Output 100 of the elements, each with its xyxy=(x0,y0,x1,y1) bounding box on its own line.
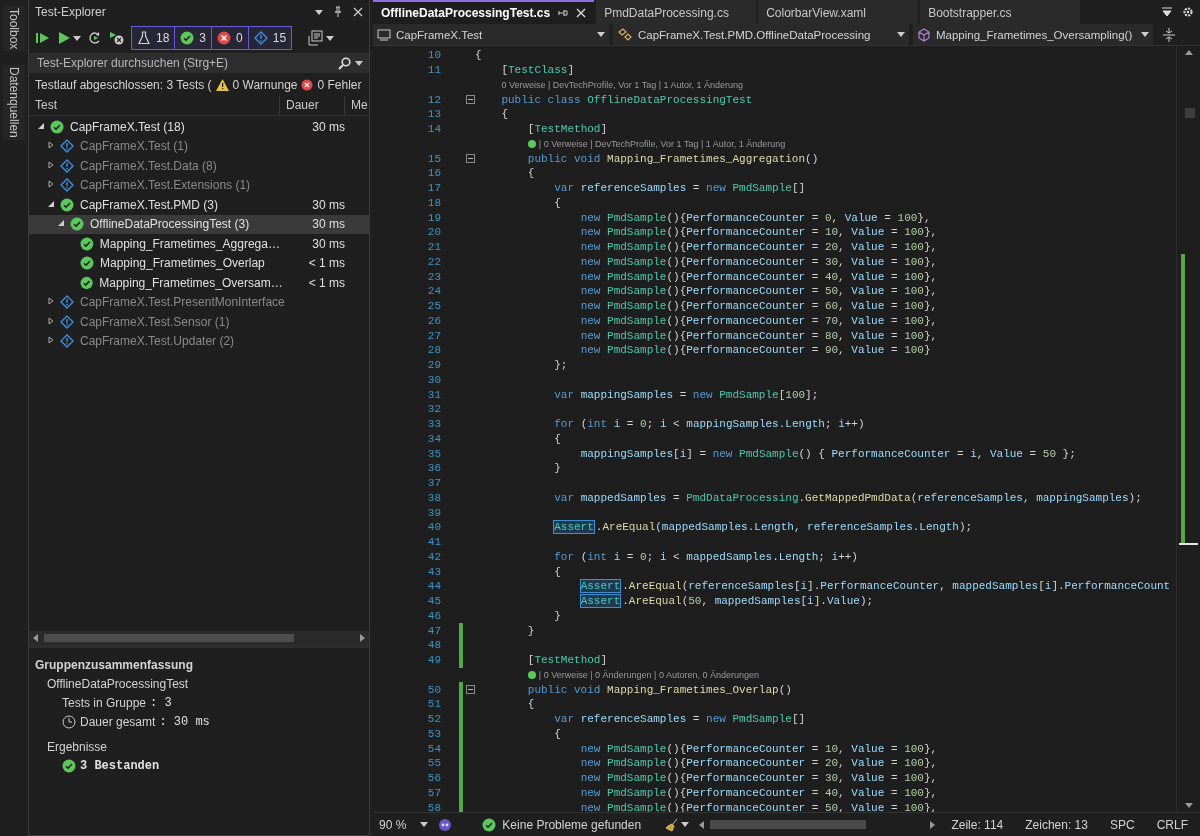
test-tree-item[interactable]: Mapping_Frametimes_Overlap < 1 ms xyxy=(29,253,369,273)
line-number: 13 xyxy=(426,108,441,121)
collapse-toggle[interactable] xyxy=(466,685,475,695)
code-line: { xyxy=(553,565,561,578)
editor-tab[interactable]: ColorbarView.xaml xyxy=(758,0,919,24)
line-indicator[interactable]: Zeile: 114 xyxy=(945,817,1010,832)
test-tree-item[interactable]: CapFrameX.Test.PresentMonInterface xyxy=(29,292,369,312)
code-line: var mappedSamples = PmdDataProcessing.GetMappedPmdData(referenceSamples, mappingSamples); xyxy=(553,491,1142,504)
line-number: 25 xyxy=(426,300,441,313)
test-tree-item[interactable]: Mapping_Frametimes_Oversam… < 1 ms xyxy=(29,273,369,293)
scroll-left-icon xyxy=(699,820,705,829)
navigation-label: Mapping_Frametimes_Oversampling() xyxy=(936,28,1134,41)
results-title: Ergebnisse xyxy=(47,740,108,754)
navigation-dropdown[interactable]: CapFrameX.Test xyxy=(373,24,609,45)
passed-dot-icon xyxy=(527,139,536,148)
line-number: 31 xyxy=(426,388,441,401)
run-summary: Testlauf abgeschlossen: 3 Tests ( xyxy=(35,78,212,92)
issues-button[interactable]: Keine Probleme gefunden xyxy=(482,817,642,832)
search-field[interactable]: Test-Explorer durchsuchen (Strg+E) xyxy=(29,53,369,73)
filter-toggle[interactable]: 18 xyxy=(132,27,176,49)
project-icon xyxy=(377,28,391,41)
zoom-dropdown[interactable]: 90 % xyxy=(379,817,429,832)
pin-button[interactable] xyxy=(333,6,343,18)
test-duration: < 1 ms xyxy=(307,275,346,290)
stat-value: : 30 ms xyxy=(159,715,210,729)
horizontal-scrollbar[interactable] xyxy=(29,631,369,645)
code-lens[interactable]: | 0 Verweise | DevTechProfile, Vor 1 Tag | 1 Autor, 1 Änderung xyxy=(538,138,786,149)
collapse-toggle[interactable] xyxy=(466,95,475,105)
code-cleanup-button[interactable] xyxy=(665,817,690,832)
clock-icon xyxy=(62,715,76,729)
side-tab[interactable]: Datenquellen xyxy=(3,65,25,141)
panel-title: Test-Explorer xyxy=(35,5,107,19)
line-number: 29 xyxy=(426,359,441,372)
line-number: 10 xyxy=(426,49,441,62)
line-number: 46 xyxy=(426,609,441,622)
line-number: 52 xyxy=(426,713,441,726)
line-number: 24 xyxy=(426,285,441,298)
caret-icon xyxy=(597,32,605,37)
cancel-button[interactable] xyxy=(109,31,125,45)
navigation-label: CapFrameX.Test xyxy=(396,28,484,41)
navigation-dropdown[interactable]: CapFrameX.Test.PMD.OfflineDataProcessing xyxy=(613,24,909,45)
summary-title: Gruppenzusammenfassung xyxy=(35,658,195,672)
filter-toggle[interactable]: 0 xyxy=(212,27,249,49)
column-header[interactable]: Test xyxy=(29,96,280,115)
test-tree-item[interactable]: OfflineDataProcessingTest (3) 30 ms xyxy=(29,214,369,234)
test-tree-item[interactable]: CapFrameX.Test.Extensions (1) xyxy=(29,175,369,195)
test-name: Mapping_Frametimes_Oversam… xyxy=(99,275,283,290)
code-line: } xyxy=(526,624,535,637)
playlist-button[interactable] xyxy=(308,30,335,46)
line-number: 50 xyxy=(426,683,441,696)
scrollbar-thumb[interactable] xyxy=(1185,108,1195,118)
code-line: new PmdSample(){PerformanceCounter = 50, Value = 100}, xyxy=(579,285,938,298)
caret-icon xyxy=(355,60,363,66)
window-menu-button[interactable] xyxy=(315,9,323,15)
stat-label: Dauer gesamt xyxy=(80,715,156,729)
play-icon xyxy=(57,31,71,45)
failed-error-icon xyxy=(301,79,314,91)
column-header[interactable]: Dauer xyxy=(280,96,345,115)
test-tree-item[interactable]: CapFrameX.Test.Updater (2) xyxy=(29,331,369,351)
pin-icon xyxy=(333,6,343,18)
tab-label: OfflineDataProcessingTest.cs xyxy=(381,6,551,20)
code-lens[interactable]: 0 Verweise | DevTechProfile, Vor 1 Tag | 1 Autor, 1 Änderung xyxy=(501,79,744,90)
passed-dot-icon xyxy=(527,670,536,679)
cube-icon xyxy=(917,27,931,42)
stat-label: Tests in Gruppe xyxy=(62,696,147,710)
vertical-scrollbar[interactable] xyxy=(1176,46,1200,812)
code-line: var mappingSamples = new PmdSample[100]; xyxy=(553,388,819,401)
settings-icon xyxy=(1182,6,1194,18)
run-all-button[interactable] xyxy=(35,31,51,45)
code-line: new PmdSample(){PerformanceCounter = 20, Value = 100}, xyxy=(579,757,938,770)
editor-tab[interactable]: PmdDataProcessing.cs xyxy=(596,0,757,24)
test-tree-item[interactable]: Mapping_Frametimes_Aggrega… 30 ms xyxy=(29,234,369,254)
run-button[interactable] xyxy=(57,31,81,45)
line-ending-indicator[interactable]: CRLF xyxy=(1150,817,1194,832)
code-line: { xyxy=(553,196,561,209)
collapse-toggle[interactable] xyxy=(466,154,475,164)
test-tree-item[interactable]: CapFrameX.Test.Sensor (1) xyxy=(29,312,369,332)
test-tree-item[interactable]: CapFrameX.Test (1) xyxy=(29,136,369,156)
test-tree-item[interactable]: CapFrameX.Test.Data (8) xyxy=(29,156,369,176)
line-number: 39 xyxy=(426,506,441,519)
pin-icon xyxy=(558,8,569,18)
line-number: 18 xyxy=(426,196,441,209)
navigation-dropdown[interactable]: Mapping_Frametimes_Oversampling() xyxy=(913,24,1153,45)
side-tab[interactable]: Toolbox xyxy=(3,6,25,52)
filter-toggle[interactable]: 15 xyxy=(248,27,292,49)
filter-toggle[interactable]: 3 xyxy=(175,27,213,49)
test-tree-item[interactable]: CapFrameX.Test.PMD (3) 30 ms xyxy=(29,195,369,215)
code-line: new PmdSample(){PerformanceCounter = 80, Value = 100}, xyxy=(579,329,938,342)
run-all-icon xyxy=(35,31,51,45)
code-line: for (int i = 0; i < mappingSamples.Length; i++) xyxy=(553,418,865,431)
column-indicator[interactable]: Zeichen: 13 xyxy=(1019,817,1094,832)
test-tree-item[interactable]: CapFrameX.Test (18) 30 ms xyxy=(29,117,369,137)
whitespace-indicator[interactable]: SPC xyxy=(1103,817,1141,832)
code-lens[interactable]: | 0 Verweise | 0 Änderungen | 0 Autoren, 0 Änderungen xyxy=(538,669,759,680)
editor-tab[interactable]: Bootstrapper.cs xyxy=(920,0,1081,24)
close-button[interactable] xyxy=(353,7,363,17)
code-line: { xyxy=(526,698,535,711)
horizontal-scrollbar[interactable] xyxy=(699,817,936,832)
tab-label: PmdDataProcessing.cs xyxy=(604,6,729,20)
line-number: 26 xyxy=(426,314,441,327)
